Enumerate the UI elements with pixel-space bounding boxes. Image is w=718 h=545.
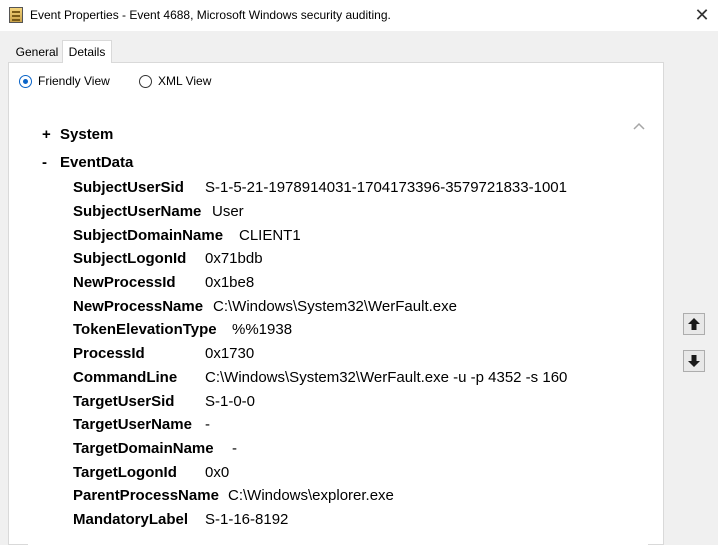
tree-node-system[interactable]: + System	[42, 126, 113, 143]
field-value-subjectusername: User	[212, 203, 244, 220]
event-properties-icon	[9, 7, 23, 23]
field-value-processid: 0x1730	[205, 345, 255, 362]
radio-checked-icon	[19, 74, 32, 88]
title-bar: Event Properties - Event 4688, Microsoft…	[0, 0, 718, 31]
field-key-newprocessname: NewProcessName	[73, 298, 204, 315]
tree-node-system-label: System	[60, 126, 114, 143]
field-value-subjectusersid: S-1-5-21-1978914031-1704173396-357972183…	[205, 179, 567, 196]
next-event-button[interactable]	[683, 350, 705, 372]
chevron-up-icon	[633, 122, 645, 130]
arrow-down-icon	[688, 355, 700, 367]
field-value-mandatorylabel: S-1-16-8192	[205, 511, 289, 528]
field-key-targetusername: TargetUserName	[73, 416, 192, 433]
arrow-up-icon	[688, 318, 700, 330]
field-key-tokenelevationtype: TokenElevationType	[73, 321, 217, 338]
field-key-subjectusersid: SubjectUserSid	[73, 179, 184, 196]
field-key-targetdomainname: TargetDomainName	[73, 440, 214, 457]
field-key-subjectdomainname: SubjectDomainName	[73, 227, 224, 244]
radio-unchecked-icon	[139, 74, 152, 88]
xml-view-radio[interactable]: XML View	[139, 74, 211, 88]
tab-details-label: Details	[68, 45, 106, 59]
field-key-subjectlogonid: SubjectLogonId	[73, 250, 187, 267]
field-value-targetusersid: S-1-0-0	[205, 393, 256, 410]
tree-node-eventdata[interactable]: - EventData	[42, 154, 133, 171]
field-value-subjectlogonid: 0x71bdb	[205, 250, 263, 267]
tab-general-label: General	[15, 45, 59, 59]
field-key-targetlogonid: TargetLogonId	[73, 464, 177, 481]
field-value-newprocessname: C:\Windows\System32\WerFault.exe	[213, 298, 457, 315]
field-key-parentprocessname: ParentProcessName	[73, 487, 219, 504]
expand-icon[interactable]: +	[42, 126, 60, 143]
tab-general[interactable]: General	[12, 42, 62, 62]
previous-event-button[interactable]	[683, 313, 705, 335]
friendly-view-label: Friendly View	[38, 74, 110, 88]
field-value-newprocessid: 0x1be8	[205, 274, 255, 291]
field-key-mandatorylabel: MandatoryLabel	[73, 511, 189, 528]
field-value-targetusername: -	[205, 416, 210, 433]
window-title: Event Properties - Event 4688, Microsoft…	[30, 8, 391, 22]
tab-details[interactable]: Details	[62, 40, 112, 63]
field-key-subjectusername: SubjectUserName	[73, 203, 202, 220]
tree-node-eventdata-label: EventData	[60, 154, 134, 171]
field-value-targetlogonid: 0x0	[205, 464, 230, 481]
close-icon: ✕	[694, 5, 710, 25]
field-value-tokenelevationtype: %%1938	[232, 321, 293, 338]
field-value-subjectdomainname: CLIENT1	[239, 227, 301, 244]
close-button[interactable]: ✕	[686, 0, 718, 31]
field-key-targetusersid: TargetUserSid	[73, 393, 175, 410]
friendly-view-radio[interactable]: Friendly View	[19, 74, 110, 88]
scroll-up-button[interactable]	[632, 119, 646, 133]
field-key-commandline: CommandLine	[73, 369, 178, 386]
field-value-commandline: C:\Windows\System32\WerFault.exe -u -p 4…	[205, 369, 568, 386]
field-value-parentprocessname: C:\Windows\explorer.exe	[228, 487, 394, 504]
field-key-processid: ProcessId	[73, 345, 145, 362]
xml-view-label: XML View	[158, 74, 212, 88]
field-value-targetdomainname: -	[232, 440, 237, 457]
collapse-icon[interactable]: -	[42, 154, 60, 171]
field-key-newprocessid: NewProcessId	[73, 274, 176, 291]
